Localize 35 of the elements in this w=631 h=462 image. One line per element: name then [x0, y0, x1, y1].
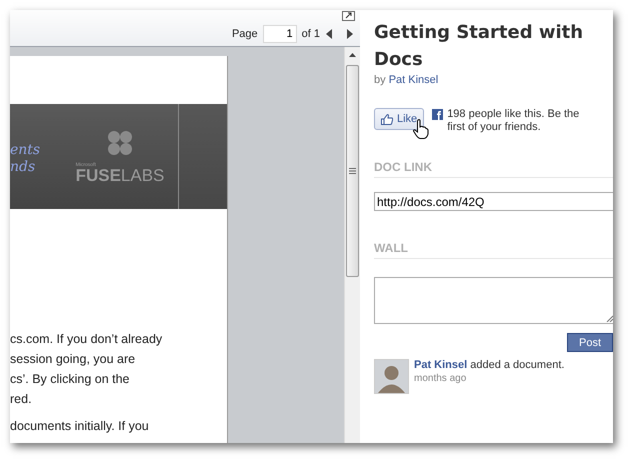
next-page-icon[interactable] — [346, 29, 354, 39]
section-heading: WALL — [374, 241, 613, 259]
document-text-line: cs’. By clicking on the — [10, 371, 130, 388]
resize-grip-icon[interactable] — [606, 315, 613, 322]
scroll-up-icon[interactable] — [349, 53, 356, 57]
section-heading: DOC LINK — [374, 160, 613, 178]
like-count-text: 198 people like this. Be the first of your friends. — [447, 108, 580, 134]
document-text-line: session going, you are — [10, 351, 136, 368]
page-count: of 1 — [302, 28, 320, 40]
post-button[interactable]: Post — [566, 333, 613, 352]
author-link[interactable]: Pat Kinsel — [414, 359, 468, 371]
page-field[interactable]: 1 — [262, 25, 297, 43]
document-text-line: red. — [10, 391, 33, 408]
avatar — [374, 359, 409, 394]
previous-page-icon[interactable] — [325, 29, 333, 39]
wall-post-text: Pat Kinsel added a document. — [414, 359, 564, 371]
scrollbar[interactable] — [344, 47, 360, 443]
author-link[interactable]: Pat Kinsel — [388, 74, 438, 86]
thumbs-up-icon — [381, 114, 393, 124]
scrollbar-thumb[interactable] — [346, 65, 359, 277]
banner-text: ents — [10, 142, 42, 158]
logo-icon — [107, 130, 133, 156]
document-text-line: cs.com. If you don’t already — [10, 331, 164, 348]
document-text-line: documents initially. If you — [10, 418, 150, 435]
expand-icon[interactable] — [342, 11, 355, 21]
page-label: Page — [232, 28, 258, 40]
logo-text: FUSELABS — [76, 168, 164, 184]
facebook-icon — [432, 109, 444, 120]
document-title: Getting Started with Docs — [374, 21, 584, 72]
wall-input-field[interactable] — [374, 277, 613, 324]
doc-link-field[interactable]: http://docs.com/42Q — [374, 192, 613, 211]
grip-icon — [349, 168, 356, 174]
banner-text: nds — [10, 158, 36, 176]
post-time: months ago — [414, 373, 468, 384]
byline: by Pat Kinsel — [374, 74, 440, 86]
